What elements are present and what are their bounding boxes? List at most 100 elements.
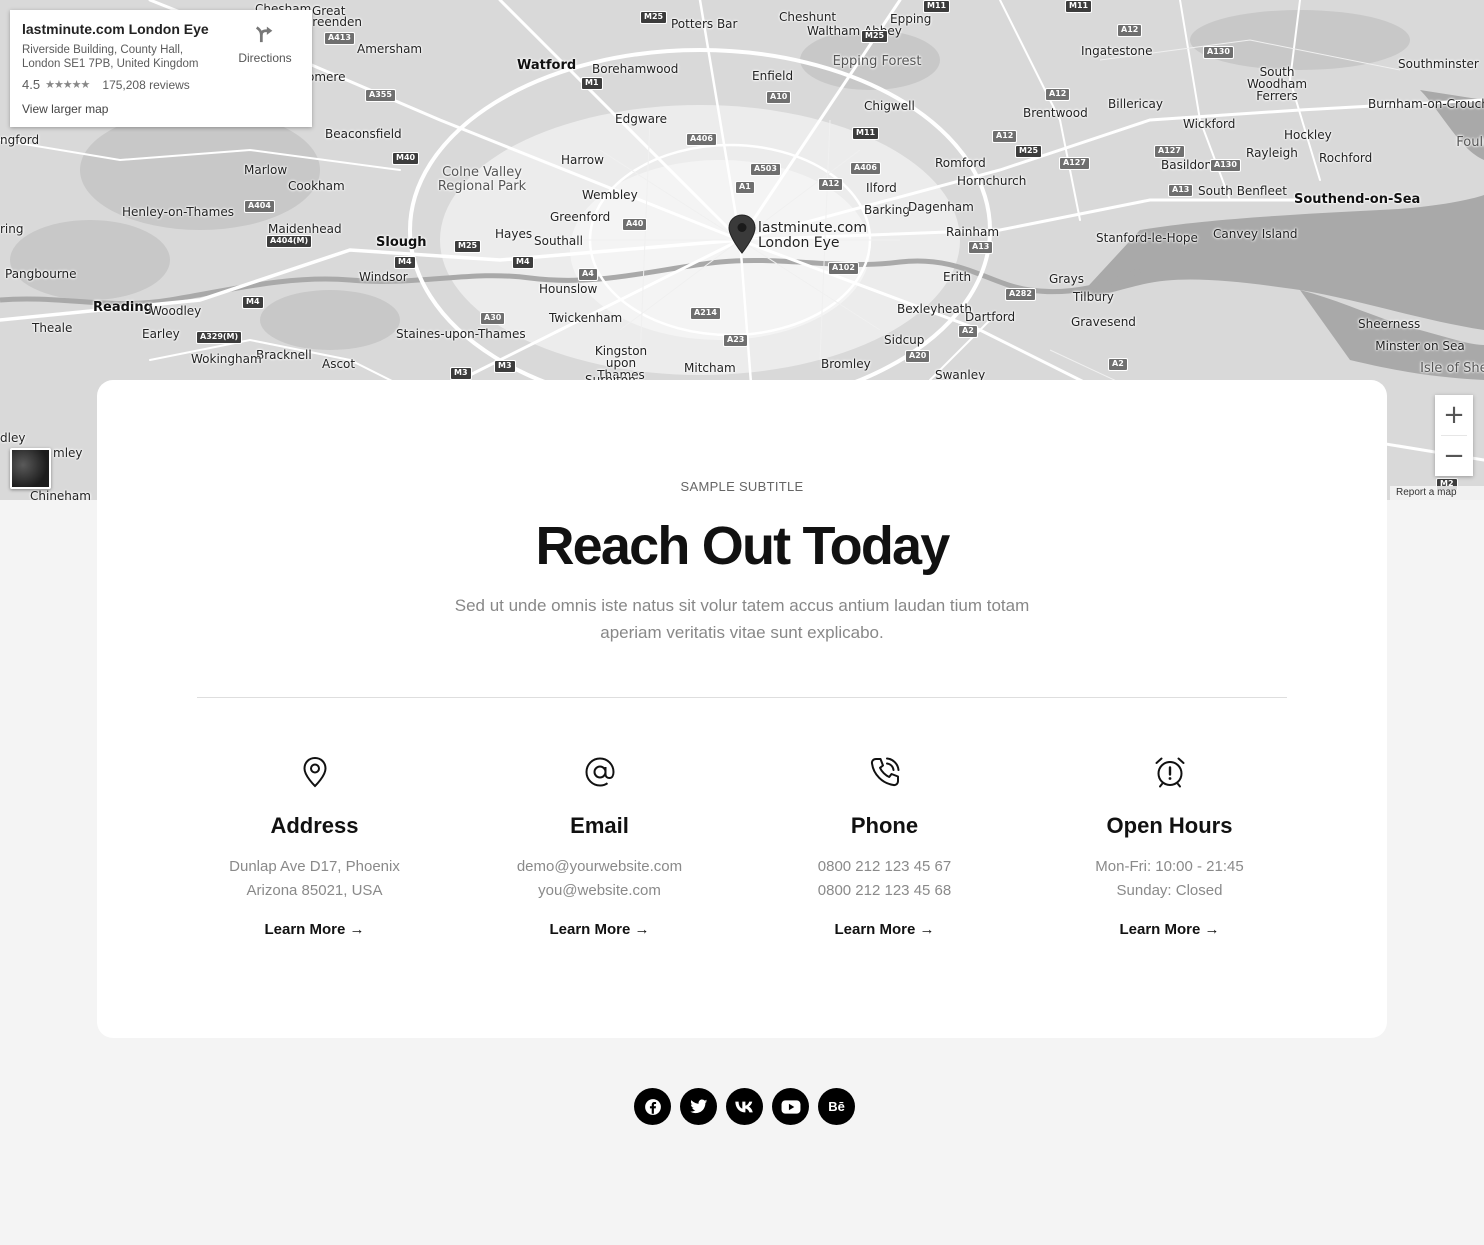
map-place-label: Grays bbox=[1049, 272, 1084, 286]
section-title: Reach Out Today bbox=[535, 516, 950, 576]
contact-item-line: Arizona 85021, USA bbox=[246, 882, 383, 899]
zoom-out-button[interactable]: − bbox=[1435, 436, 1473, 476]
rating-value: 4.5 bbox=[22, 77, 41, 92]
road-shield: A12 bbox=[1045, 88, 1071, 101]
road-shield: M1 bbox=[581, 77, 603, 90]
twitter-icon[interactable] bbox=[680, 1088, 717, 1125]
youtube-icon[interactable] bbox=[772, 1088, 809, 1125]
road-shield: A12 bbox=[992, 130, 1018, 143]
map-place-label: Stanford-le-Hope bbox=[1096, 231, 1198, 245]
map-place-label: Gravesend bbox=[1071, 315, 1136, 329]
road-shield: A20 bbox=[905, 350, 931, 363]
map-place-card: lastminute.com London Eye Riverside Buil… bbox=[10, 10, 312, 127]
facebook-icon[interactable] bbox=[634, 1088, 671, 1125]
road-shield: A404 bbox=[244, 200, 275, 213]
review-count-link[interactable]: 175,208 reviews bbox=[102, 78, 189, 92]
behance-icon[interactable]: Bē bbox=[818, 1088, 855, 1125]
map-place-label: Southend-on-Sea bbox=[1294, 192, 1421, 207]
map-place-label: Twickenham bbox=[549, 311, 623, 325]
contact-item-email: Email demo@yourwebsite.com you@website.c… bbox=[457, 755, 742, 939]
map-place-label: Wickford bbox=[1183, 117, 1236, 131]
road-shield: M4 bbox=[512, 256, 534, 269]
arrow-right-icon: → bbox=[919, 921, 935, 938]
directions-button[interactable]: Directions bbox=[236, 22, 294, 65]
learn-more-link[interactable]: Learn More → bbox=[264, 921, 364, 938]
map-place-label: Great bbox=[312, 4, 346, 18]
map-place-label: Epping Forest bbox=[832, 54, 922, 69]
map-place-label: Pangbourne bbox=[5, 267, 77, 281]
map-place-label: Ilford bbox=[866, 181, 897, 195]
map-place-label: Bracknell bbox=[256, 348, 312, 362]
map-place-label: Barking bbox=[864, 203, 911, 217]
zoom-controls: + − bbox=[1435, 395, 1473, 476]
road-shield: A413 bbox=[324, 32, 355, 45]
map-place-label: Foulness Island bbox=[1456, 135, 1484, 150]
road-shield: A127 bbox=[1154, 145, 1185, 158]
directions-icon bbox=[255, 26, 273, 43]
map-place-label: Cookham bbox=[288, 179, 345, 193]
arrow-right-icon: → bbox=[1204, 921, 1220, 938]
road-shield: M3 bbox=[494, 360, 516, 373]
road-shield: M11 bbox=[923, 0, 951, 13]
map-place-label: Slough bbox=[376, 235, 427, 250]
map-place-label: Enfield bbox=[752, 69, 794, 83]
road-shield: A503 bbox=[750, 163, 781, 176]
at-sign-icon bbox=[584, 757, 615, 787]
road-shield: A130 bbox=[1203, 46, 1234, 59]
road-shield: A1 bbox=[735, 181, 755, 194]
learn-more-link[interactable]: Learn More → bbox=[1119, 921, 1219, 938]
map-place-label: South Woodham Ferrers bbox=[1246, 65, 1308, 103]
map-place-label: Mitcham bbox=[684, 361, 736, 375]
contact-item-title: Open Hours bbox=[1106, 813, 1233, 838]
road-shield: A355 bbox=[365, 89, 396, 102]
map-place-label: Staines-upon-Thames bbox=[396, 327, 526, 341]
map-place-label: Potters Bar bbox=[671, 17, 738, 31]
map-place-label: Dartford bbox=[965, 310, 1016, 324]
map-place-label: Ingatestone bbox=[1081, 44, 1153, 58]
map-type-toggle-button[interactable] bbox=[10, 448, 51, 489]
road-shield: M25 bbox=[1015, 145, 1043, 158]
contact-item-phone: Phone 0800 212 123 45 67 0800 212 123 45… bbox=[742, 755, 1027, 939]
road-shield: M3 bbox=[450, 367, 472, 380]
road-shield: A2 bbox=[958, 325, 978, 338]
map-place-label: Rochford bbox=[1319, 151, 1373, 165]
map-place-label: Maidenhead bbox=[268, 222, 342, 236]
alarm-clock-icon bbox=[1155, 757, 1184, 788]
report-map-error-link[interactable]: Report a map error bbox=[1390, 486, 1484, 500]
map-place-label: Isle of Sheppey bbox=[1420, 361, 1484, 376]
map-place-label: Billericay bbox=[1108, 97, 1163, 111]
road-shield: M11 bbox=[852, 127, 880, 140]
location-marker-icon[interactable] bbox=[728, 214, 756, 254]
map-place-label: Burnham-on-Crouch bbox=[1368, 97, 1484, 111]
road-shield: A329(M) bbox=[196, 331, 243, 344]
contact-item-line: Dunlap Ave D17, Phoenix bbox=[229, 858, 400, 875]
section-description: Sed ut unde omnis iste natus sit volur t… bbox=[454, 596, 1030, 642]
map-pin-icon bbox=[302, 756, 327, 788]
map-place-label: Cheshunt bbox=[779, 10, 837, 24]
map-place-label: Romford bbox=[935, 156, 986, 170]
section-subtitle: SAMPLE SUBTITLE bbox=[680, 479, 804, 494]
place-address: Riverside Building, County Hall, London … bbox=[22, 44, 199, 70]
map-place-label: Hornchurch bbox=[957, 174, 1027, 188]
map-place-label: Earley bbox=[142, 327, 180, 341]
learn-more-link[interactable]: Learn More → bbox=[834, 921, 934, 938]
map-place-label: Wokingham bbox=[191, 352, 262, 366]
map-place-label: Windsor bbox=[359, 270, 408, 284]
map-place-label: Harrow bbox=[561, 153, 604, 167]
map-place-label: Wembley bbox=[582, 188, 638, 202]
map-place-label: South Benfleet bbox=[1198, 184, 1287, 198]
vk-icon[interactable] bbox=[726, 1088, 763, 1125]
map-place-label: Tilbury bbox=[1073, 290, 1114, 304]
map-place-label: Marlow bbox=[244, 163, 288, 177]
contact-card: SAMPLE SUBTITLE Reach Out Today Sed ut u… bbox=[97, 380, 1387, 1038]
zoom-in-button[interactable]: + bbox=[1435, 395, 1473, 435]
road-shield: M25 bbox=[640, 11, 668, 24]
view-larger-map-link[interactable]: View larger map bbox=[22, 102, 108, 116]
map-place-label: Colne Valley Regional Park bbox=[437, 165, 527, 194]
social-links: Bē bbox=[634, 1088, 855, 1125]
road-shield: A23 bbox=[723, 334, 749, 347]
map-place-label: Basildon bbox=[1161, 158, 1213, 172]
road-shield: M25 bbox=[454, 240, 482, 253]
contact-item-title: Phone bbox=[850, 813, 919, 838]
learn-more-link[interactable]: Learn More → bbox=[549, 921, 649, 938]
